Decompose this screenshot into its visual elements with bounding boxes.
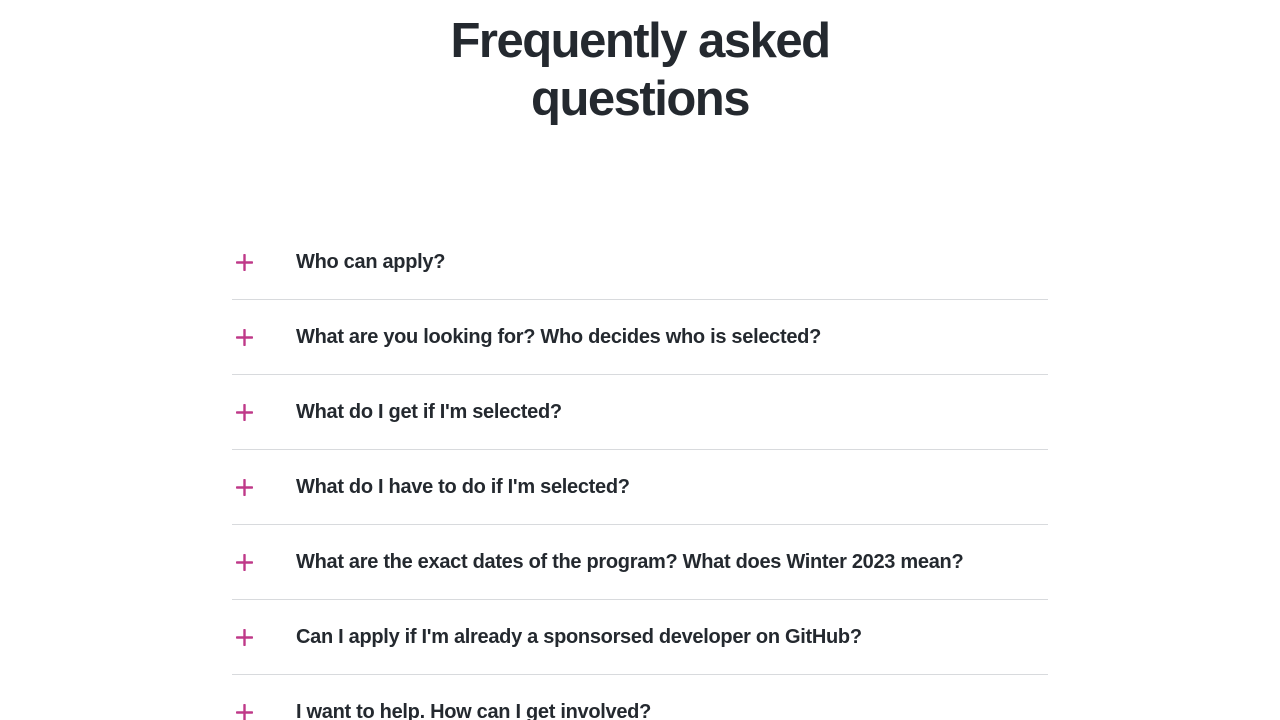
faq-question: What are you looking for? Who decides wh…	[296, 325, 821, 348]
faq-question: What are the exact dates of the program?…	[296, 550, 964, 573]
faq-question: What do I get if I'm selected?	[296, 400, 562, 423]
faq-item-selection-criteria[interactable]: What are you looking for? Who decides wh…	[232, 300, 1048, 375]
faq-question: What do I have to do if I'm selected?	[296, 475, 630, 498]
faq-question: I want to help. How can I get involved?	[296, 701, 651, 720]
faq-item-who-can-apply[interactable]: Who can apply?	[232, 225, 1048, 300]
faq-item-benefits[interactable]: What do I get if I'm selected?	[232, 375, 1048, 450]
faq-question: Can I apply if I'm already a sponsorsed …	[296, 625, 862, 648]
faq-item-obligations[interactable]: What do I have to do if I'm selected?	[232, 450, 1048, 525]
plus-icon[interactable]	[232, 403, 296, 421]
page-title-line-1: Frequently asked	[450, 14, 831, 68]
plus-icon[interactable]	[232, 704, 296, 720]
plus-icon[interactable]	[232, 328, 296, 346]
plus-icon[interactable]	[232, 553, 296, 571]
page-title: Frequently asked questions	[0, 12, 1280, 128]
page-title-line-2: questions	[531, 72, 750, 126]
plus-icon[interactable]	[232, 253, 296, 271]
faq-item-get-involved[interactable]: I want to help. How can I get involved?	[232, 675, 1048, 720]
plus-icon[interactable]	[232, 478, 296, 496]
faq-question: Who can apply?	[296, 250, 446, 273]
faq-page: Frequently asked questions Who can apply…	[0, 0, 1280, 720]
faq-list: Who can apply? What are you looking for?…	[232, 225, 1048, 720]
faq-item-program-dates[interactable]: What are the exact dates of the program?…	[232, 525, 1048, 600]
plus-icon[interactable]	[232, 628, 296, 646]
faq-item-sponsored-developer[interactable]: Can I apply if I'm already a sponsorsed …	[232, 600, 1048, 675]
